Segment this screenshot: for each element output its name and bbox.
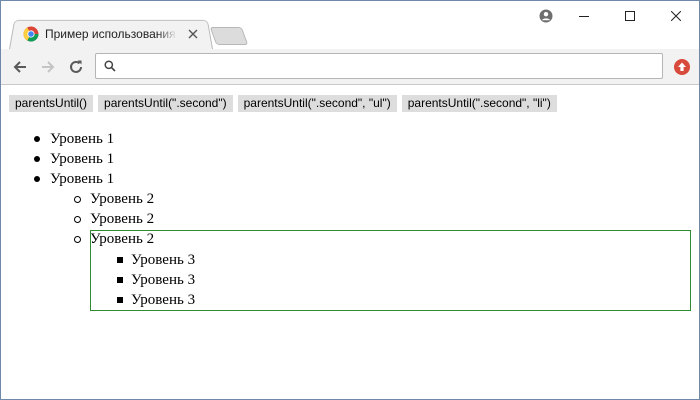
browser-window: Пример использования parentsUntil() pare…	[0, 0, 700, 400]
list-item-label: Уровень 2	[90, 211, 155, 227]
button-row: parentsUntil() parentsUntil(".second") p…	[9, 95, 562, 112]
address-input[interactable]	[124, 55, 662, 77]
list-item: Уровень 1	[34, 149, 115, 169]
forward-arrow-icon[interactable]	[36, 55, 60, 79]
disc-bullet	[34, 136, 40, 142]
list-item: Уровень 2	[74, 209, 155, 229]
list-item: Уровень 3	[117, 250, 196, 270]
list-item: Уровень 3	[117, 270, 196, 290]
maximize-icon[interactable]	[607, 1, 653, 31]
level1-list: Уровень 1 Уровень 1 Уровень 1	[34, 129, 115, 189]
close-window-icon[interactable]	[653, 1, 699, 31]
profile-icon[interactable]	[531, 1, 561, 31]
new-tab-icon[interactable]	[209, 27, 249, 45]
square-bullet	[117, 257, 123, 263]
title-bar: Пример использования	[1, 1, 699, 49]
tab-close-icon[interactable]	[185, 26, 201, 42]
list-item-label: Уровень 2	[90, 191, 155, 207]
extension-icon[interactable]	[672, 57, 692, 77]
list-item: Уровень 3	[117, 290, 196, 310]
search-icon	[104, 59, 118, 73]
tab-title: Пример использования	[45, 27, 176, 41]
chrome-favicon-icon	[23, 26, 39, 42]
back-arrow-icon[interactable]	[8, 55, 32, 79]
list-item-label: Уровень 3	[131, 252, 196, 268]
square-bullet	[117, 297, 123, 303]
list-item: Уровень 1	[34, 169, 115, 189]
list-item: Уровень 1	[34, 129, 115, 149]
page-content: parentsUntil() parentsUntil(".second") p…	[1, 85, 699, 399]
browser-toolbar	[1, 49, 699, 85]
parents-until-second-li-button[interactable]: parentsUntil(".second", "li")	[401, 95, 557, 112]
list-item-label: Уровень 1	[50, 151, 115, 167]
list-item: Уровень 2	[74, 189, 155, 209]
parents-until-second-ul-button[interactable]: parentsUntil(".second", "ul")	[237, 95, 397, 112]
parents-until-second-button[interactable]: parentsUntil(".second")	[98, 95, 233, 112]
circle-bullet	[74, 236, 81, 243]
list-item-label: Уровень 1	[50, 171, 115, 187]
square-bullet	[117, 277, 123, 283]
window-controls	[531, 1, 699, 31]
address-bar[interactable]	[95, 53, 663, 79]
reload-icon[interactable]	[64, 55, 88, 79]
minimize-icon[interactable]	[561, 1, 607, 31]
disc-bullet	[34, 156, 40, 162]
disc-bullet	[34, 176, 40, 182]
circle-bullet	[74, 196, 81, 203]
parents-until-button[interactable]: parentsUntil()	[9, 95, 94, 112]
list-item-label: Уровень 3	[131, 272, 196, 288]
list-item-label: Уровень 1	[50, 131, 115, 147]
circle-bullet	[74, 216, 81, 223]
list-item-label: Уровень 3	[131, 292, 196, 308]
active-tab[interactable]: Пример использования	[19, 21, 209, 47]
level3-list: Уровень 3 Уровень 3 Уровень 3	[117, 250, 196, 310]
